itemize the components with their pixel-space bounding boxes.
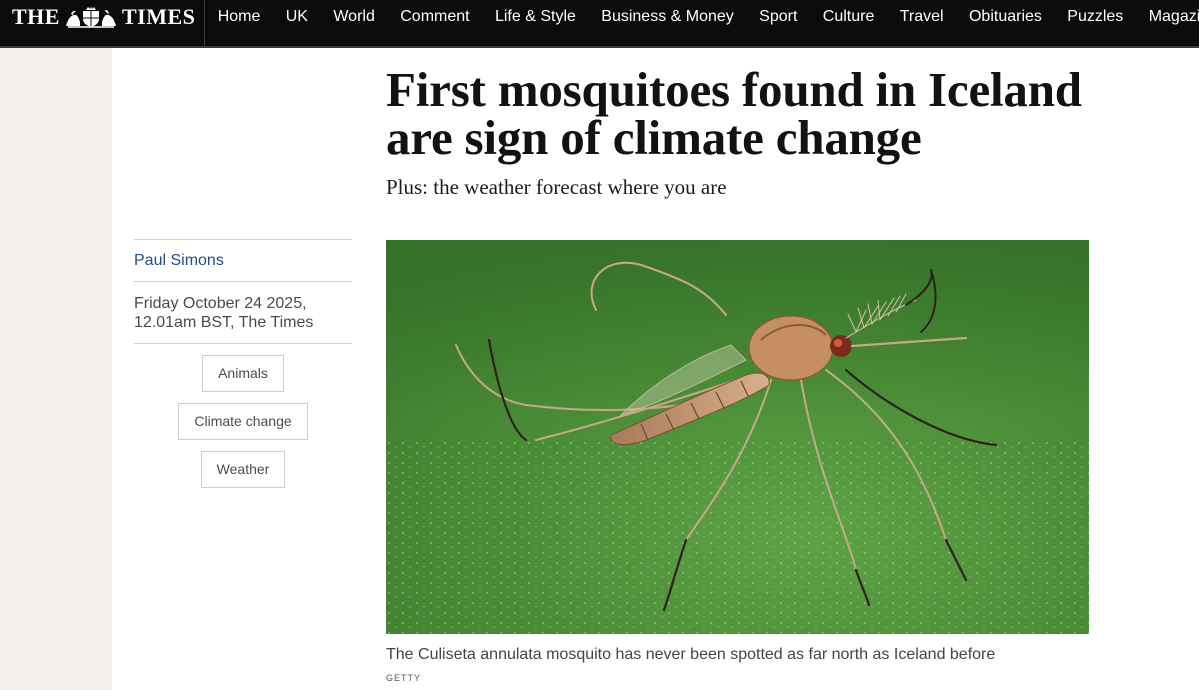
- topic-tags: Animals Climate change Weather: [134, 355, 352, 499]
- tag-weather[interactable]: Weather: [200, 451, 286, 488]
- nav-item-travel[interactable]: Travel: [887, 8, 956, 26]
- nav-item-life-style[interactable]: Life & Style: [482, 8, 588, 26]
- nav-item-home[interactable]: Home: [205, 8, 273, 26]
- mosquito-photo: [386, 240, 1089, 634]
- nav-item-obituaries[interactable]: Obituaries: [956, 8, 1054, 26]
- divider: [134, 343, 352, 344]
- section-nav: Home UK World Comment Life & Style Busin…: [205, 0, 1199, 34]
- the-times-logo[interactable]: THE TIMES: [12, 4, 196, 29]
- left-gutter: [0, 48, 112, 690]
- nav-item-magazines[interactable]: Magazines: [1136, 8, 1199, 26]
- logo-word-times: TIMES: [121, 4, 196, 29]
- nav-item-comment[interactable]: Comment: [388, 8, 483, 26]
- nav-item-business-money[interactable]: Business & Money: [589, 8, 747, 26]
- article-headline: First mosquitoes found in Iceland are si…: [386, 62, 1082, 165]
- nav-item-puzzles[interactable]: Puzzles: [1055, 8, 1136, 26]
- royal-crest-icon: [65, 6, 116, 28]
- byline-column: Paul Simons Friday October 24 2025, 12.0…: [134, 239, 352, 499]
- article-standfirst: Plus: the weather forecast where you are: [386, 175, 727, 199]
- author-link[interactable]: Paul Simons: [134, 240, 352, 281]
- image-credit: GETTY: [386, 673, 422, 683]
- nav-item-culture[interactable]: Culture: [810, 8, 887, 26]
- image-caption: The Culiseta annulata mosquito has never…: [386, 646, 996, 663]
- article-hero-image[interactable]: [386, 240, 1089, 634]
- top-navigation-bar: THE TIMES Home UK World Comment Life & S…: [0, 0, 1199, 48]
- tag-animals[interactable]: Animals: [202, 355, 284, 392]
- article-dateline: Friday October 24 2025, 12.01am BST, The…: [134, 295, 314, 331]
- nav-item-sport[interactable]: Sport: [746, 8, 810, 26]
- nav-item-uk[interactable]: UK: [273, 8, 321, 26]
- nav-item-world[interactable]: World: [321, 8, 388, 26]
- logo-word-the: THE: [12, 4, 60, 29]
- tag-climate-change[interactable]: Climate change: [178, 403, 308, 440]
